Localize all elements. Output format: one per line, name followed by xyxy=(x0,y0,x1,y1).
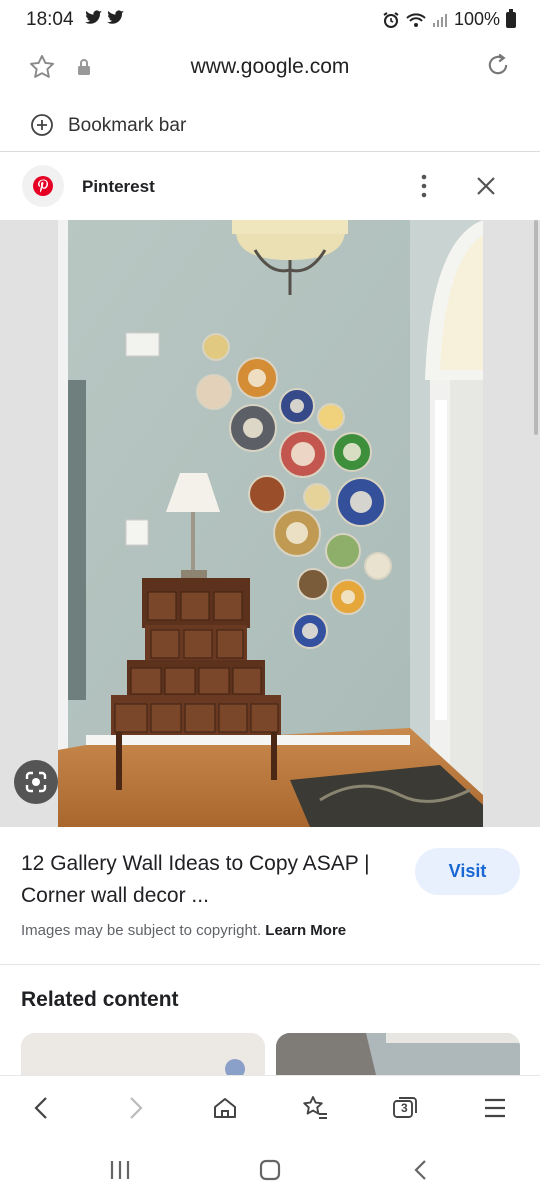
address-bar: www.google.com xyxy=(0,40,540,96)
battery-percent: 100% xyxy=(453,9,500,29)
wifi-icon xyxy=(406,12,426,27)
tabs-count: 3 xyxy=(401,1101,408,1115)
bookmark-bar-row[interactable]: Bookmark bar xyxy=(0,100,540,150)
more-vertical-icon[interactable] xyxy=(412,172,436,205)
url-text[interactable]: www.google.com xyxy=(0,55,540,79)
status-time: 18:04 xyxy=(26,9,74,30)
alarm-icon xyxy=(383,11,399,28)
home-nav-button[interactable] xyxy=(259,1159,281,1186)
copyright-notice: Images may be subject to copyright. Lear… xyxy=(21,922,346,939)
source-name[interactable]: Pinterest xyxy=(82,177,155,197)
learn-more-link[interactable]: Learn More xyxy=(265,922,346,939)
tabs-button[interactable]: 3 xyxy=(387,1090,423,1126)
back-button[interactable] xyxy=(24,1090,60,1126)
twitter-notification-icon xyxy=(84,9,126,32)
battery-icon xyxy=(506,8,516,28)
related-content-title: Related content xyxy=(21,988,179,1011)
menu-button[interactable] xyxy=(477,1090,513,1126)
status-right: 100% xyxy=(382,8,516,30)
browser-toolbar: 3 xyxy=(0,1075,540,1138)
visit-button[interactable]: Visit xyxy=(415,848,520,895)
signal-icon xyxy=(432,13,447,27)
system-navigation-bar xyxy=(0,1140,540,1200)
related-thumbnail[interactable] xyxy=(21,1033,265,1075)
bookmarks-button[interactable] xyxy=(297,1090,333,1126)
pinterest-logo-icon xyxy=(22,165,64,207)
bookmark-bar-label: Bookmark bar xyxy=(68,115,187,136)
home-button[interactable] xyxy=(207,1090,243,1126)
google-lens-icon[interactable] xyxy=(14,760,58,804)
plus-circle-icon xyxy=(30,113,54,142)
divider xyxy=(0,964,540,965)
source-header: Pinterest xyxy=(0,152,540,220)
result-title[interactable]: 12 Gallery Wall Ideas to Copy ASAP | Cor… xyxy=(21,848,406,912)
forward-button[interactable] xyxy=(117,1090,153,1126)
related-thumbnail[interactable] xyxy=(276,1033,520,1075)
copyright-text: Images may be subject to copyright. xyxy=(21,922,262,939)
result-image[interactable] xyxy=(0,220,540,827)
close-icon[interactable] xyxy=(474,174,498,203)
status-bar: 18:04 100% xyxy=(0,0,540,40)
reload-icon[interactable] xyxy=(484,51,512,84)
recent-apps-button[interactable] xyxy=(108,1159,132,1186)
back-nav-button[interactable] xyxy=(410,1159,432,1186)
